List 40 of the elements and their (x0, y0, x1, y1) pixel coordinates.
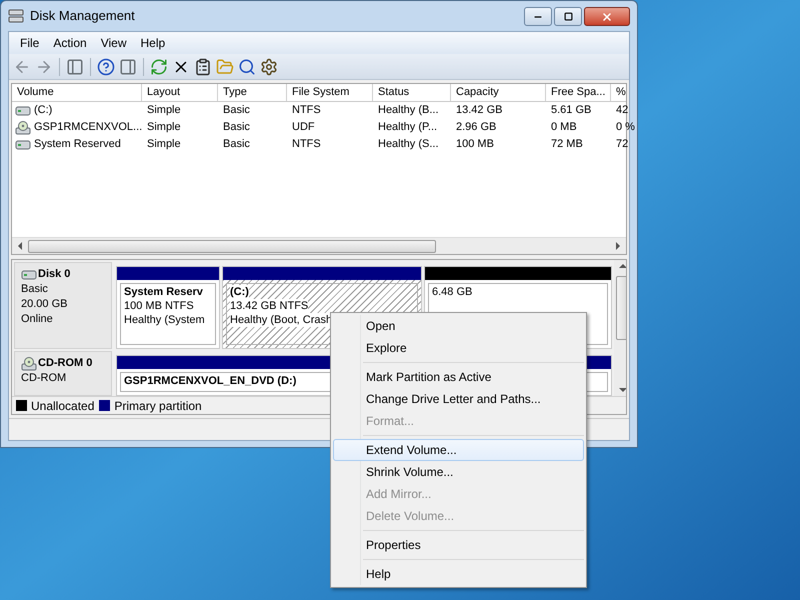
table-cell-text: Simple (146, 120, 181, 136)
table-cell-text: Basic (222, 103, 250, 118)
table-cell-text: NTFS (291, 103, 321, 118)
table-cell-text: 13.42 GB (455, 103, 502, 118)
table-cell-text: Basic (222, 137, 250, 152)
disk-detail: Online (21, 312, 54, 327)
table-cell-text: 72 MB (550, 137, 583, 152)
partition-detail: 13.42 GB NTFS (230, 299, 308, 313)
table-cell-text: 72 (615, 137, 628, 152)
table-cell-text: UDF (291, 120, 315, 136)
table-cell-text: GSP1RMCENXVOL... (34, 120, 142, 136)
table-cell-text: System Reserved (34, 137, 121, 152)
table-cell-text: Healthy (B... (377, 103, 439, 118)
table-cell-text: Simple (146, 137, 181, 152)
table-cell-text: NTFS (291, 137, 321, 152)
table-cell-text: 0 MB (550, 120, 577, 136)
table-cell-text: (C:) (34, 103, 52, 118)
partition-detail: 100 MB NTFS (124, 299, 194, 313)
legend-label: Unallocated (31, 398, 94, 414)
disk-detail: Basic (21, 282, 49, 297)
table-cell-text: 100 MB (455, 137, 494, 152)
table-cell-text: 42 (615, 103, 628, 118)
partition-detail: 6.48 GB (432, 285, 472, 299)
table-cell-text: Healthy (S... (377, 137, 439, 152)
table-cell-text: 0 % (615, 120, 635, 136)
table-cell-text: Healthy (P... (377, 120, 438, 136)
table-cell-text: 2.96 GB (455, 120, 496, 136)
disk-detail: 20.00 GB (21, 297, 68, 312)
table-cell-text: Simple (146, 103, 181, 118)
window-title: Disk Management (30, 7, 135, 26)
table-cell-text: Basic (222, 120, 250, 136)
partition-detail: Healthy (System (124, 313, 205, 327)
partition-title: System Reserv (124, 285, 203, 299)
legend-label: Primary partition (114, 398, 202, 414)
partition-title: (C:) (230, 285, 249, 299)
disk-name: CD-ROM 0 (38, 356, 92, 372)
table-cell-text: 5.61 GB (550, 103, 592, 118)
disk-name: Disk 0 (38, 267, 70, 282)
partition-title: GSP1RMCENXVOL_EN_DVD (D:) (124, 374, 296, 388)
disk-detail: CD-ROM (21, 371, 68, 386)
